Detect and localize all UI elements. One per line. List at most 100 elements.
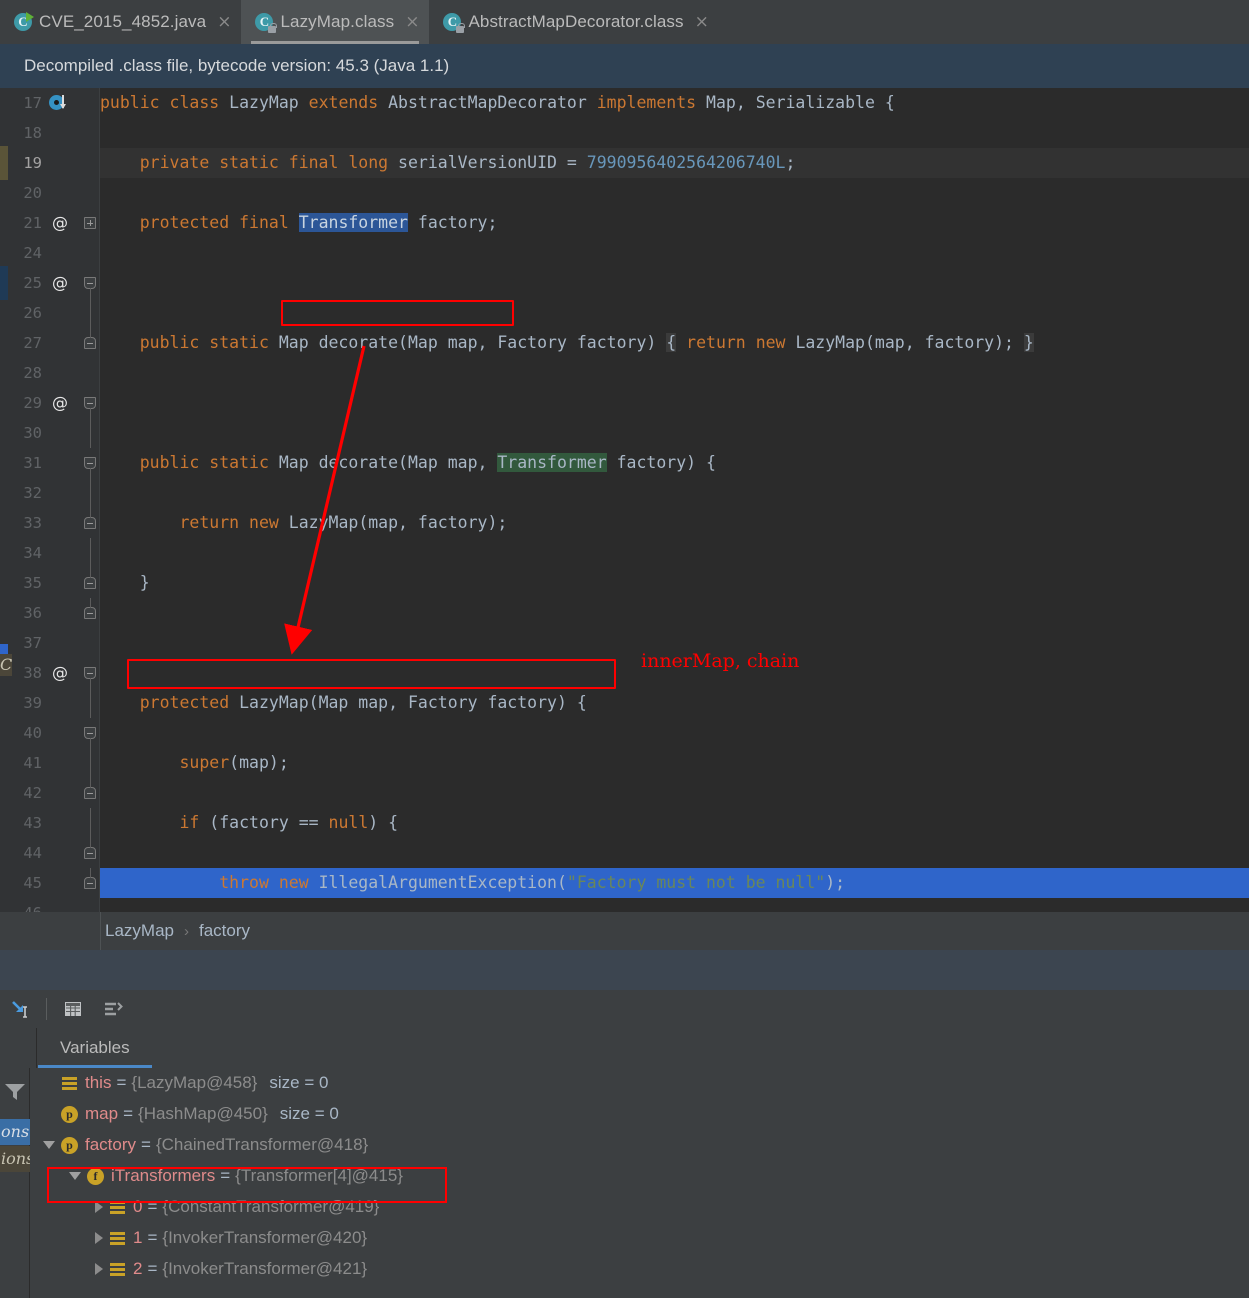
gutter-line[interactable]: 35 xyxy=(0,568,100,598)
gutter-line[interactable]: 34 xyxy=(0,538,100,568)
execution-point-icon[interactable] xyxy=(49,94,66,111)
gutter-line[interactable]: 27 xyxy=(0,328,100,358)
line-number: 31 xyxy=(23,454,42,472)
editor-tab-lazymap[interactable]: C LazyMap.class × xyxy=(241,0,430,44)
array-element-icon xyxy=(109,1261,126,1278)
line-number: 18 xyxy=(23,124,42,142)
gutter-line[interactable]: 31 xyxy=(0,448,100,478)
variables-row[interactable]: f iTransformers = {Transformer[4]@415} xyxy=(31,1161,1249,1191)
variable-value: {ChainedTransformer@418} xyxy=(155,1135,369,1154)
gutter-line[interactable]: 29 @ xyxy=(0,388,100,418)
gutter-line[interactable]: 42 xyxy=(0,778,100,808)
variables-panel[interactable]: this = {LazyMap@458} size = 0 p map = {HashMap@… xyxy=(0,1068,1249,1298)
sort-values-icon[interactable] xyxy=(93,990,133,1028)
chevron-down-icon[interactable] xyxy=(69,1172,81,1180)
fold-toggle-icon[interactable] xyxy=(84,847,96,859)
code-editor[interactable]: C 17 18 19 20 21 @24 25 @26 27 28 29 @30 31 32 33 34 35 3… xyxy=(0,88,1249,912)
code-text-area[interactable]: public class LazyMap extends AbstractMap… xyxy=(100,88,1249,912)
gutter-line[interactable]: 33 xyxy=(0,508,100,538)
variables-row[interactable]: 0 = {ConstantTransformer@419} xyxy=(31,1192,1249,1222)
fold-toggle-icon[interactable] xyxy=(84,517,96,529)
debug-panel-splitter[interactable] xyxy=(0,950,1249,990)
fold-toggle-icon[interactable] xyxy=(84,577,96,589)
editor-tab-bar: C CVE_2015_4852.java × C LazyMap.class ×… xyxy=(0,0,1249,44)
show-types-table-icon[interactable] xyxy=(53,990,93,1028)
gutter-line[interactable]: 36 xyxy=(0,598,100,628)
gutter-line[interactable]: 25 @ xyxy=(0,268,100,298)
variable-name: factory xyxy=(85,1135,137,1154)
code-line-21: public static Map decorate(Map map, Fact… xyxy=(139,333,1034,352)
chevron-right-icon[interactable] xyxy=(95,1201,103,1213)
fold-region-line xyxy=(89,298,91,328)
chevron-down-icon[interactable] xyxy=(43,1141,55,1149)
gutter-line[interactable]: 20 xyxy=(0,178,100,208)
fold-region-line xyxy=(89,738,91,748)
usage-token-transformer[interactable]: Transformer xyxy=(497,453,607,472)
override-marker-icon[interactable]: @ xyxy=(50,268,70,298)
gutter-line[interactable]: 30 xyxy=(0,418,100,448)
clipped-popup-fragment-selected: ons. xyxy=(0,1119,30,1145)
fold-region-line xyxy=(89,328,91,338)
editor-tab-cve[interactable]: C CVE_2015_4852.java × xyxy=(0,0,242,44)
line-number: 30 xyxy=(23,424,42,442)
fold-toggle-icon[interactable] xyxy=(84,787,96,799)
gutter-line[interactable]: 37 xyxy=(0,628,100,658)
line-number: 17 xyxy=(23,94,42,112)
gutter-line[interactable]: 21 @ xyxy=(0,208,100,238)
chevron-right-icon: › xyxy=(183,922,189,940)
gutter-line[interactable]: 32 xyxy=(0,478,100,508)
close-icon[interactable]: × xyxy=(405,13,419,31)
variables-row[interactable]: 1 = {InvokerTransformer@420} xyxy=(31,1223,1249,1253)
editor-tab-abstractmapdecorator[interactable]: C AbstractMapDecorator.class × xyxy=(429,0,719,44)
gutter-line[interactable]: 18 xyxy=(0,118,100,148)
close-icon[interactable]: × xyxy=(217,13,231,31)
fold-toggle-icon[interactable] xyxy=(84,607,96,619)
gutter-line[interactable]: 44 xyxy=(0,838,100,868)
fold-region-line xyxy=(89,598,91,608)
gutter-line[interactable]: 24 xyxy=(0,238,100,268)
fold-toggle-icon[interactable] xyxy=(84,337,96,349)
override-marker-icon[interactable]: @ xyxy=(50,388,70,418)
breadcrumb[interactable]: LazyMap › factory xyxy=(0,912,1249,950)
gutter-line[interactable]: 45 xyxy=(0,868,100,898)
line-number: 32 xyxy=(23,484,42,502)
selected-token-transformer[interactable]: Transformer xyxy=(298,213,408,232)
line-number: 21 xyxy=(23,214,42,232)
filter-funnel-icon[interactable] xyxy=(3,1081,27,1103)
variables-row[interactable]: p factory = {ChainedTransformer@418} xyxy=(31,1130,1249,1160)
close-icon[interactable]: × xyxy=(695,13,709,31)
chevron-right-icon[interactable] xyxy=(95,1232,103,1244)
code-line-17: public class LazyMap extends AbstractMap… xyxy=(100,93,895,112)
breadcrumb-item-class[interactable]: LazyMap xyxy=(105,921,174,941)
gutter-line[interactable]: 38 @ xyxy=(0,658,100,688)
evaluate-expression-icon[interactable] xyxy=(0,990,40,1028)
serial-version-uid: 7990956402564206740L xyxy=(586,153,786,172)
variables-row[interactable]: 2 = {InvokerTransformer@421} xyxy=(31,1254,1249,1284)
gutter-line[interactable]: 43 xyxy=(0,808,100,838)
gutter-line[interactable]: 40 xyxy=(0,718,100,748)
breadcrumb-item-member[interactable]: factory xyxy=(199,921,250,941)
gutter-line[interactable]: 39 xyxy=(0,688,100,718)
java-class-readonly-icon: C xyxy=(443,13,465,33)
gutter-line[interactable]: 28 xyxy=(0,358,100,388)
code-line-29: protected LazyMap(Map map, Factory facto… xyxy=(139,693,587,712)
variables-row[interactable]: p map = {HashMap@450} size = 0 xyxy=(31,1099,1249,1129)
gutter-line[interactable]: 26 xyxy=(0,298,100,328)
gutter-line[interactable]: 46 xyxy=(0,898,100,912)
line-number: 34 xyxy=(23,544,42,562)
fold-toggle-icon[interactable] xyxy=(84,217,96,229)
override-marker-icon[interactable]: @ xyxy=(50,658,70,688)
gutter-line[interactable]: 19 xyxy=(0,148,100,178)
variables-row[interactable]: this = {LazyMap@458} size = 0 xyxy=(31,1068,1249,1098)
fold-toggle-icon[interactable] xyxy=(84,877,96,889)
lock-icon xyxy=(456,23,465,33)
variable-equals: = xyxy=(147,1228,158,1247)
override-marker-icon[interactable]: @ xyxy=(50,208,70,238)
tab-variables[interactable]: Variables xyxy=(38,1028,152,1068)
line-number: 37 xyxy=(23,634,42,652)
gutter-line[interactable]: 17 xyxy=(0,88,100,118)
lock-icon xyxy=(268,23,277,33)
chevron-right-icon[interactable] xyxy=(95,1263,103,1275)
line-number: 42 xyxy=(23,784,42,802)
gutter-line[interactable]: 41 xyxy=(0,748,100,778)
